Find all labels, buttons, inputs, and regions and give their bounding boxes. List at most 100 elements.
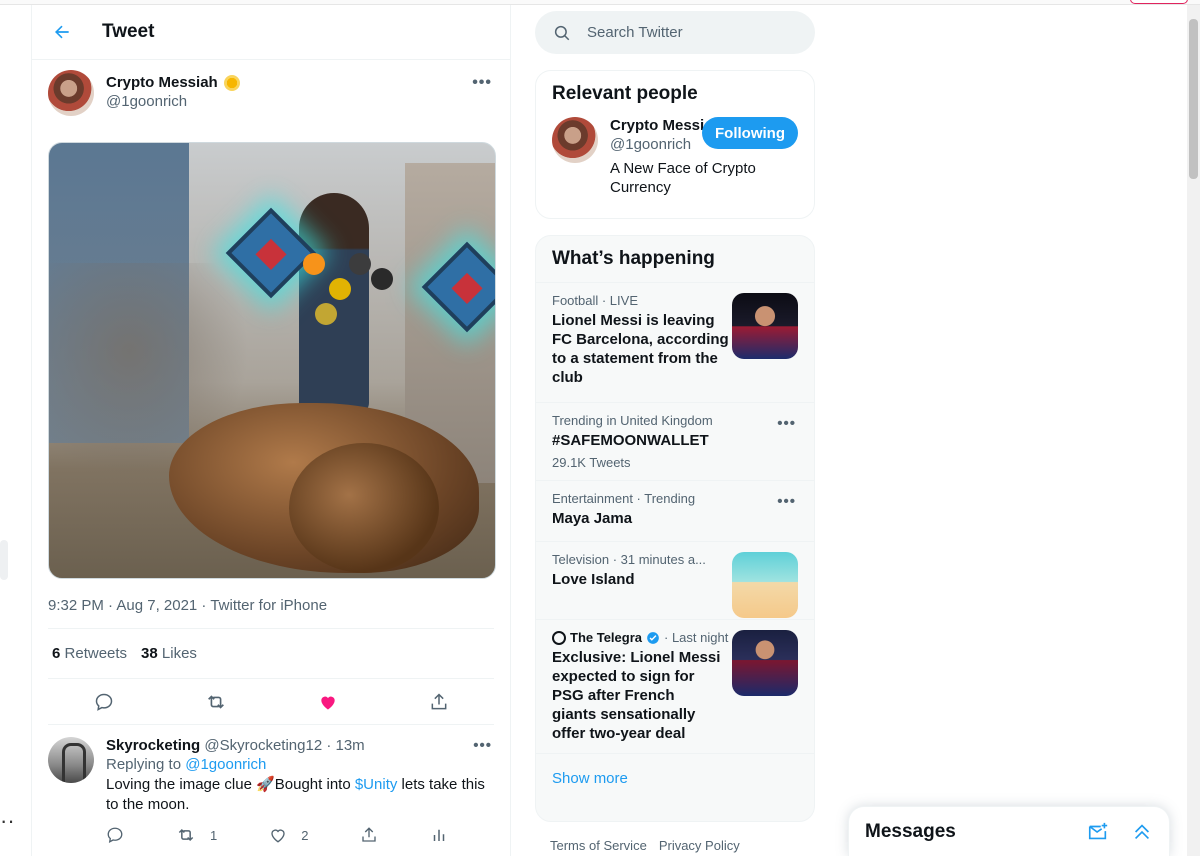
tweet-stats: 6 Retweets 38 Likes	[48, 629, 494, 679]
new-message-icon	[1088, 822, 1108, 839]
relevant-person[interactable]: Crypto Messiah @1goonrich A New Face of …	[536, 117, 814, 207]
reply-share-button[interactable]	[360, 826, 378, 844]
reply-button[interactable]	[94, 692, 114, 712]
tweet-header: Tweet	[32, 5, 510, 60]
replying-to: Replying to @1goonrich	[106, 756, 494, 773]
trend-item[interactable]: Television · 31 minutes a... Love Island	[536, 541, 814, 619]
reply-author-meta[interactable]: @Skyrocketing12 · 13m	[204, 737, 364, 754]
author-avatar[interactable]	[48, 70, 94, 116]
cashtag-link[interactable]: $Unity	[355, 776, 398, 793]
reply-text: Loving the image clue 🚀Bought into $Unit…	[106, 775, 494, 815]
tweet-timestamp[interactable]: 9:32 PM · Aug 7, 2021 · Twitter for iPho…	[48, 597, 494, 629]
sun-emoji-icon	[223, 74, 240, 91]
relevant-person-name[interactable]: Crypto Messiah	[610, 117, 706, 134]
show-more-link[interactable]: Show more	[536, 753, 814, 803]
likes-label: Likes	[161, 645, 197, 662]
tweet-author: Crypto Messiah @1goonrich •••	[48, 70, 494, 128]
retweets-label: Retweets	[64, 645, 128, 662]
reply-like-button[interactable]: 2	[269, 826, 308, 844]
retweet-button[interactable]	[205, 691, 227, 713]
search-box[interactable]	[535, 11, 815, 54]
reply-reply-button[interactable]	[106, 826, 124, 844]
main-column: Tweet Crypto Messiah @1goonrich ••• 9:32…	[31, 5, 511, 856]
retweet-icon	[207, 694, 224, 709]
retweets-stat[interactable]: 6 Retweets	[52, 645, 127, 662]
reply-icon	[95, 693, 112, 711]
expand-messages-button[interactable]	[1131, 821, 1153, 843]
main-tweet: Crypto Messiah @1goonrich ••• 9:32 PM · …	[32, 60, 510, 725]
reply-author-name[interactable]: Skyrocketing	[106, 737, 200, 754]
trend-context: Trending in United Kingdom	[552, 413, 713, 428]
following-button[interactable]: Following	[702, 117, 798, 149]
terms-link[interactable]: Terms of Service	[550, 838, 647, 853]
messages-title: Messages	[865, 820, 956, 842]
chevron-up-icon	[1134, 823, 1150, 839]
trend-item[interactable]: Trending in United Kingdom #SAFEMOONWALL…	[536, 402, 814, 480]
heart-icon	[320, 696, 335, 709]
retweets-count: 6	[52, 645, 61, 662]
page-edge-dots: ··	[0, 808, 15, 833]
more-icon[interactable]: •••	[473, 737, 492, 754]
back-button[interactable]	[32, 22, 92, 42]
analytics-icon	[434, 829, 445, 841]
scrollbar-thumb[interactable]	[1189, 19, 1198, 179]
reply-like-count: 2	[301, 827, 309, 843]
more-icon[interactable]: •••	[472, 74, 492, 92]
more-icon[interactable]: •••	[777, 415, 796, 432]
trend-context: Entertainment · Trending	[552, 491, 696, 506]
reply-tweet[interactable]: Skyrocketing @Skyrocketing12 · 13m Reply…	[32, 725, 510, 845]
image-rider	[299, 193, 369, 413]
more-icon[interactable]: •••	[777, 493, 796, 510]
relevant-person-bio: A New Face of Crypto Currency	[610, 160, 756, 196]
reply-actions: 1 2	[106, 825, 494, 845]
heart-icon	[271, 829, 285, 843]
trend-time: · Last night	[664, 630, 729, 645]
page-scrollbar[interactable]	[1187, 5, 1200, 856]
telegraph-logo-icon	[552, 630, 566, 645]
retweet-icon	[178, 828, 194, 842]
share-icon	[362, 827, 377, 842]
reply-retweet-button[interactable]: 1	[176, 825, 217, 845]
verified-icon	[647, 631, 659, 644]
tweet-actions	[48, 679, 494, 725]
author-handle[interactable]: @1goonrich	[106, 93, 240, 110]
trend-item[interactable]: The Telegra · Last night Exclusive: Lion…	[536, 619, 814, 753]
relevant-people-title: Relevant people	[552, 83, 698, 104]
reply-avatar[interactable]	[48, 737, 94, 783]
reply-header: Skyrocketing @Skyrocketing12 · 13m	[106, 737, 494, 754]
whats-happening-title: What’s happening	[552, 248, 715, 269]
tweet-image[interactable]	[48, 142, 496, 579]
replying-prefix: Replying to	[106, 756, 182, 773]
likes-count: 38	[141, 645, 158, 662]
trend-thumbnail	[732, 293, 798, 359]
reply-icon	[107, 827, 123, 843]
relevant-person-handle[interactable]: @1goonrich	[610, 136, 706, 153]
trend-thumbnail	[732, 552, 798, 618]
relevant-person-avatar[interactable]	[552, 117, 598, 163]
messages-drawer[interactable]: Messages	[848, 806, 1170, 856]
image-bull-head	[289, 443, 439, 573]
author-name[interactable]: Crypto Messiah	[106, 74, 218, 91]
privacy-link[interactable]: Privacy Policy	[659, 838, 740, 853]
reply-body: Skyrocketing @Skyrocketing12 · 13m Reply…	[106, 737, 494, 845]
image-coin	[303, 253, 325, 275]
trend-item[interactable]: Football · LIVE Lionel Messi is leaving …	[536, 282, 814, 402]
image-coin	[371, 268, 393, 290]
author-name-row[interactable]: Crypto Messiah	[106, 74, 240, 91]
replying-handle-link[interactable]: @1goonrich	[185, 756, 266, 773]
reply-analytics-button[interactable]	[430, 826, 448, 844]
image-coin	[349, 253, 371, 275]
trend-item[interactable]: Entertainment · Trending Maya Jama •••	[536, 480, 814, 541]
page-edge-tab	[0, 540, 8, 580]
likes-stat[interactable]: 38 Likes	[141, 645, 197, 662]
search-input[interactable]	[587, 24, 787, 41]
back-arrow-icon	[55, 25, 69, 39]
trend-title: Lionel Messi is leaving FC Barcelona, ac…	[552, 312, 729, 386]
like-button[interactable]	[318, 692, 338, 712]
browser-indicator	[1130, 0, 1188, 4]
trend-source: The Telegra	[570, 630, 643, 645]
page-title: Tweet	[102, 21, 155, 42]
relevant-person-info: Crypto Messiah @1goonrich A New Face of …	[610, 117, 756, 197]
new-message-button[interactable]	[1087, 821, 1109, 843]
share-button[interactable]	[429, 692, 449, 712]
